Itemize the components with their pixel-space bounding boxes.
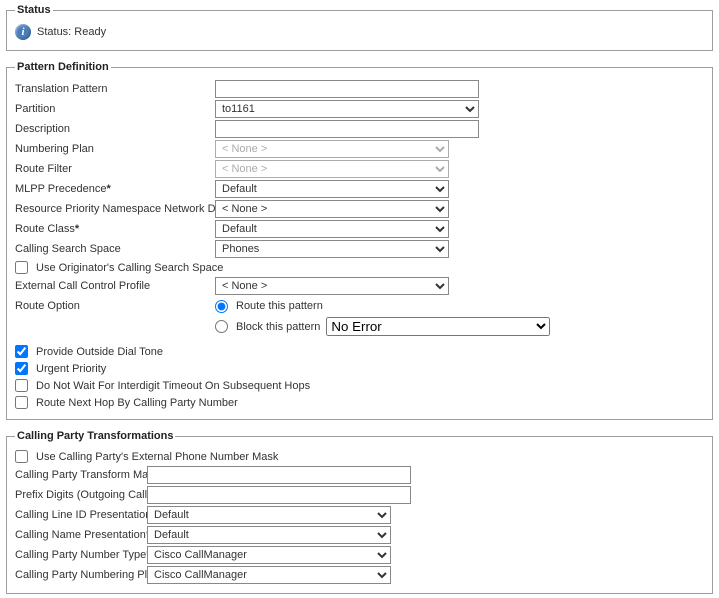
pattern-definition-fieldset: Pattern Definition Translation Pattern P… (6, 61, 713, 420)
partition-select[interactable]: to1161 (215, 100, 479, 118)
status-fieldset: Status i Status: Ready (6, 4, 713, 51)
calling-search-space-select[interactable]: Phones (215, 240, 449, 258)
no-wait-interdigit-label: Do Not Wait For Interdigit Timeout On Su… (36, 380, 310, 392)
line-id-presentation-select[interactable]: Default (147, 506, 391, 524)
name-presentation-label: Calling Name Presentation* (15, 529, 147, 541)
pattern-definition-legend: Pattern Definition (15, 61, 111, 73)
mlpp-precedence-select[interactable]: Default (215, 180, 449, 198)
partition-label: Partition (15, 103, 215, 115)
use-originator-css-label: Use Originator's Calling Search Space (36, 262, 223, 274)
calling-party-transformations-fieldset: Calling Party Transformations Use Callin… (6, 430, 713, 594)
description-input[interactable] (215, 120, 479, 138)
description-label: Description (15, 123, 215, 135)
number-type-label: Calling Party Number Type* (15, 549, 147, 561)
use-originator-css-checkbox[interactable] (15, 261, 28, 274)
translation-pattern-input[interactable] (215, 80, 479, 98)
route-class-select[interactable]: Default (215, 220, 449, 238)
route-next-hop-label: Route Next Hop By Calling Party Number (36, 397, 238, 409)
route-filter-label: Route Filter (15, 163, 215, 175)
prefix-digits-label: Prefix Digits (Outgoing Calls) (15, 489, 147, 501)
external-call-control-profile-label: External Call Control Profile (15, 280, 215, 292)
line-id-presentation-label: Calling Line ID Presentation* (15, 509, 147, 521)
info-icon: i (15, 24, 31, 40)
route-next-hop-checkbox[interactable] (15, 396, 28, 409)
route-filter-select: < None > (215, 160, 449, 178)
rpnnd-label: Resource Priority Namespace Network Doma… (15, 203, 215, 215)
route-option-label: Route Option (15, 300, 215, 312)
urgent-priority-checkbox[interactable] (15, 362, 28, 375)
mlpp-precedence-label: MLPP Precedence* (15, 183, 215, 195)
block-this-pattern-radio[interactable] (215, 320, 228, 333)
block-reason-select[interactable]: No Error (326, 317, 550, 336)
transform-mask-input[interactable] (147, 466, 411, 484)
provide-outside-dial-tone-label: Provide Outside Dial Tone (36, 346, 163, 358)
prefix-digits-input[interactable] (147, 486, 411, 504)
route-class-label: Route Class* (15, 223, 215, 235)
numbering-plan-label: Numbering Plan (15, 143, 215, 155)
name-presentation-select[interactable]: Default (147, 526, 391, 544)
numbering-plan-select: < None > (215, 140, 449, 158)
no-wait-interdigit-checkbox[interactable] (15, 379, 28, 392)
numbering-plan-cpt-select[interactable]: Cisco CallManager (147, 566, 391, 584)
use-external-mask-label: Use Calling Party's External Phone Numbe… (36, 451, 278, 463)
rpnnd-select[interactable]: < None > (215, 200, 449, 218)
transform-mask-label: Calling Party Transform Mask (15, 469, 147, 481)
route-this-pattern-radio[interactable] (215, 300, 228, 313)
number-type-select[interactable]: Cisco CallManager (147, 546, 391, 564)
use-external-mask-checkbox[interactable] (15, 450, 28, 463)
status-text: Status: Ready (37, 26, 106, 38)
urgent-priority-label: Urgent Priority (36, 363, 106, 375)
route-this-pattern-label: Route this pattern (236, 300, 323, 312)
translation-pattern-label: Translation Pattern (15, 83, 215, 95)
numbering-plan-cpt-label: Calling Party Numbering Plan* (15, 569, 147, 581)
cpt-legend: Calling Party Transformations (15, 430, 175, 442)
block-this-pattern-label: Block this pattern (236, 321, 320, 333)
provide-outside-dial-tone-checkbox[interactable] (15, 345, 28, 358)
external-call-control-profile-select[interactable]: < None > (215, 277, 449, 295)
status-legend: Status (15, 4, 53, 16)
calling-search-space-label: Calling Search Space (15, 243, 215, 255)
